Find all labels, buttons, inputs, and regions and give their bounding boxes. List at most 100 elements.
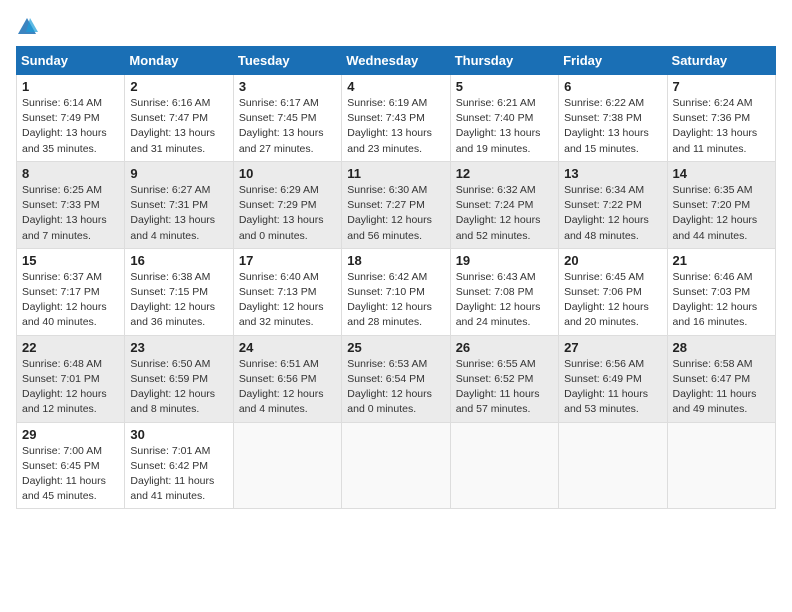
day-info: Sunrise: 6:43 AMSunset: 7:08 PMDaylight:… [456, 270, 553, 331]
day-number: 14 [673, 166, 770, 181]
day-info: Sunrise: 6:21 AMSunset: 7:40 PMDaylight:… [456, 96, 553, 157]
day-info: Sunrise: 6:32 AMSunset: 7:24 PMDaylight:… [456, 183, 553, 244]
day-number: 29 [22, 427, 119, 442]
day-info: Sunrise: 6:22 AMSunset: 7:38 PMDaylight:… [564, 96, 661, 157]
day-of-week-header: Sunday [17, 47, 125, 75]
calendar-day-cell: 23 Sunrise: 6:50 AMSunset: 6:59 PMDaylig… [125, 335, 233, 422]
calendar-week-row: 1 Sunrise: 6:14 AMSunset: 7:49 PMDayligh… [17, 75, 776, 162]
calendar-day-cell: 20 Sunrise: 6:45 AMSunset: 7:06 PMDaylig… [559, 248, 667, 335]
calendar-day-cell: 18 Sunrise: 6:42 AMSunset: 7:10 PMDaylig… [342, 248, 450, 335]
day-number: 30 [130, 427, 227, 442]
calendar-week-row: 29 Sunrise: 7:00 AMSunset: 6:45 PMDaylig… [17, 422, 776, 509]
day-info: Sunrise: 6:38 AMSunset: 7:15 PMDaylight:… [130, 270, 227, 331]
calendar-day-cell: 21 Sunrise: 6:46 AMSunset: 7:03 PMDaylig… [667, 248, 775, 335]
calendar-day-cell: 27 Sunrise: 6:56 AMSunset: 6:49 PMDaylig… [559, 335, 667, 422]
day-of-week-header: Thursday [450, 47, 558, 75]
logo-icon [16, 16, 38, 38]
day-number: 25 [347, 340, 444, 355]
day-number: 23 [130, 340, 227, 355]
calendar-day-cell [342, 422, 450, 509]
calendar-day-cell: 30 Sunrise: 7:01 AMSunset: 6:42 PMDaylig… [125, 422, 233, 509]
calendar-day-cell: 24 Sunrise: 6:51 AMSunset: 6:56 PMDaylig… [233, 335, 341, 422]
calendar-day-cell: 4 Sunrise: 6:19 AMSunset: 7:43 PMDayligh… [342, 75, 450, 162]
page-header [16, 16, 776, 38]
day-info: Sunrise: 6:16 AMSunset: 7:47 PMDaylight:… [130, 96, 227, 157]
day-number: 8 [22, 166, 119, 181]
calendar-day-cell: 12 Sunrise: 6:32 AMSunset: 7:24 PMDaylig… [450, 161, 558, 248]
calendar-day-cell: 9 Sunrise: 6:27 AMSunset: 7:31 PMDayligh… [125, 161, 233, 248]
calendar-day-cell [559, 422, 667, 509]
day-number: 20 [564, 253, 661, 268]
calendar-day-cell: 8 Sunrise: 6:25 AMSunset: 7:33 PMDayligh… [17, 161, 125, 248]
day-info: Sunrise: 6:51 AMSunset: 6:56 PMDaylight:… [239, 357, 336, 418]
calendar-day-cell: 16 Sunrise: 6:38 AMSunset: 7:15 PMDaylig… [125, 248, 233, 335]
day-number: 7 [673, 79, 770, 94]
day-info: Sunrise: 6:42 AMSunset: 7:10 PMDaylight:… [347, 270, 444, 331]
calendar-day-cell: 26 Sunrise: 6:55 AMSunset: 6:52 PMDaylig… [450, 335, 558, 422]
day-number: 9 [130, 166, 227, 181]
day-number: 11 [347, 166, 444, 181]
day-info: Sunrise: 6:58 AMSunset: 6:47 PMDaylight:… [673, 357, 770, 418]
day-number: 22 [22, 340, 119, 355]
calendar-day-cell: 10 Sunrise: 6:29 AMSunset: 7:29 PMDaylig… [233, 161, 341, 248]
calendar-day-cell: 7 Sunrise: 6:24 AMSunset: 7:36 PMDayligh… [667, 75, 775, 162]
calendar-day-cell: 6 Sunrise: 6:22 AMSunset: 7:38 PMDayligh… [559, 75, 667, 162]
day-number: 27 [564, 340, 661, 355]
day-number: 17 [239, 253, 336, 268]
calendar-week-row: 15 Sunrise: 6:37 AMSunset: 7:17 PMDaylig… [17, 248, 776, 335]
day-number: 16 [130, 253, 227, 268]
day-number: 13 [564, 166, 661, 181]
calendar-day-cell: 19 Sunrise: 6:43 AMSunset: 7:08 PMDaylig… [450, 248, 558, 335]
day-info: Sunrise: 6:48 AMSunset: 7:01 PMDaylight:… [22, 357, 119, 418]
day-info: Sunrise: 6:29 AMSunset: 7:29 PMDaylight:… [239, 183, 336, 244]
day-info: Sunrise: 6:56 AMSunset: 6:49 PMDaylight:… [564, 357, 661, 418]
day-info: Sunrise: 6:40 AMSunset: 7:13 PMDaylight:… [239, 270, 336, 331]
day-number: 15 [22, 253, 119, 268]
calendar-week-row: 8 Sunrise: 6:25 AMSunset: 7:33 PMDayligh… [17, 161, 776, 248]
day-info: Sunrise: 6:30 AMSunset: 7:27 PMDaylight:… [347, 183, 444, 244]
day-info: Sunrise: 6:27 AMSunset: 7:31 PMDaylight:… [130, 183, 227, 244]
calendar-week-row: 22 Sunrise: 6:48 AMSunset: 7:01 PMDaylig… [17, 335, 776, 422]
calendar-day-cell: 22 Sunrise: 6:48 AMSunset: 7:01 PMDaylig… [17, 335, 125, 422]
calendar-day-cell [450, 422, 558, 509]
calendar-day-cell: 29 Sunrise: 7:00 AMSunset: 6:45 PMDaylig… [17, 422, 125, 509]
calendar-day-cell: 14 Sunrise: 6:35 AMSunset: 7:20 PMDaylig… [667, 161, 775, 248]
calendar-day-cell: 3 Sunrise: 6:17 AMSunset: 7:45 PMDayligh… [233, 75, 341, 162]
day-number: 18 [347, 253, 444, 268]
calendar-day-cell [233, 422, 341, 509]
day-info: Sunrise: 6:50 AMSunset: 6:59 PMDaylight:… [130, 357, 227, 418]
day-number: 5 [456, 79, 553, 94]
day-info: Sunrise: 6:19 AMSunset: 7:43 PMDaylight:… [347, 96, 444, 157]
day-info: Sunrise: 6:46 AMSunset: 7:03 PMDaylight:… [673, 270, 770, 331]
calendar-day-cell: 5 Sunrise: 6:21 AMSunset: 7:40 PMDayligh… [450, 75, 558, 162]
day-of-week-header: Wednesday [342, 47, 450, 75]
day-number: 4 [347, 79, 444, 94]
day-of-week-header: Friday [559, 47, 667, 75]
calendar-table: SundayMondayTuesdayWednesdayThursdayFrid… [16, 46, 776, 509]
day-number: 10 [239, 166, 336, 181]
calendar-day-cell: 25 Sunrise: 6:53 AMSunset: 6:54 PMDaylig… [342, 335, 450, 422]
day-info: Sunrise: 6:17 AMSunset: 7:45 PMDaylight:… [239, 96, 336, 157]
day-number: 19 [456, 253, 553, 268]
day-number: 1 [22, 79, 119, 94]
day-number: 12 [456, 166, 553, 181]
calendar-header-row: SundayMondayTuesdayWednesdayThursdayFrid… [17, 47, 776, 75]
day-number: 21 [673, 253, 770, 268]
day-info: Sunrise: 6:14 AMSunset: 7:49 PMDaylight:… [22, 96, 119, 157]
day-number: 2 [130, 79, 227, 94]
day-number: 24 [239, 340, 336, 355]
calendar-day-cell: 17 Sunrise: 6:40 AMSunset: 7:13 PMDaylig… [233, 248, 341, 335]
day-info: Sunrise: 6:35 AMSunset: 7:20 PMDaylight:… [673, 183, 770, 244]
day-of-week-header: Saturday [667, 47, 775, 75]
calendar-day-cell: 13 Sunrise: 6:34 AMSunset: 7:22 PMDaylig… [559, 161, 667, 248]
day-of-week-header: Monday [125, 47, 233, 75]
calendar-day-cell [667, 422, 775, 509]
day-info: Sunrise: 6:55 AMSunset: 6:52 PMDaylight:… [456, 357, 553, 418]
day-number: 26 [456, 340, 553, 355]
day-info: Sunrise: 6:25 AMSunset: 7:33 PMDaylight:… [22, 183, 119, 244]
day-number: 28 [673, 340, 770, 355]
day-info: Sunrise: 7:00 AMSunset: 6:45 PMDaylight:… [22, 444, 119, 505]
day-number: 6 [564, 79, 661, 94]
day-info: Sunrise: 7:01 AMSunset: 6:42 PMDaylight:… [130, 444, 227, 505]
calendar-day-cell: 28 Sunrise: 6:58 AMSunset: 6:47 PMDaylig… [667, 335, 775, 422]
